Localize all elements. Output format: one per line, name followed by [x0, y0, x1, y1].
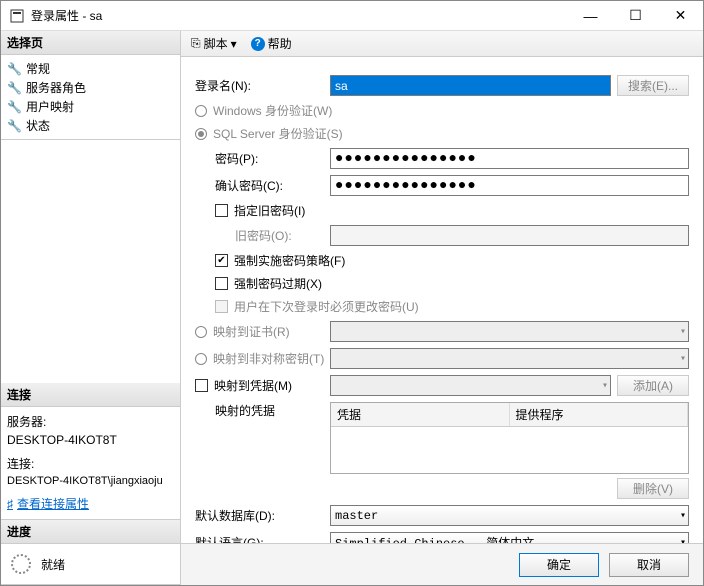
default-db-combo[interactable]: master▾ — [330, 505, 689, 526]
credential-combo: ▾ — [330, 375, 611, 396]
default-lang-combo[interactable]: Simplified Chinese - 简体中文▾ — [330, 532, 689, 543]
checkbox-icon — [195, 379, 208, 392]
view-connection-properties-link[interactable]: ♯ 查看连接属性 — [7, 495, 174, 513]
sql-auth-radio: SQL Server 身份验证(S) — [195, 125, 343, 142]
ok-button[interactable]: 确定 — [519, 553, 599, 577]
checkbox-icon — [215, 254, 228, 267]
password-label: 密码(P): — [195, 150, 330, 167]
wrench-icon: 🔧 — [7, 81, 22, 95]
map-to-credential-checkbox[interactable]: 映射到凭据(M) — [195, 377, 330, 394]
map-to-asym-key-radio: 映射到非对称密钥(T) — [195, 350, 330, 367]
sidebar-item-general[interactable]: 🔧常规 — [7, 59, 174, 78]
mapped-credentials-label: 映射的凭据 — [195, 402, 330, 419]
script-icon: ⎘ — [191, 36, 201, 51]
help-button[interactable]: ? 帮助 — [247, 33, 296, 54]
close-button[interactable]: ✕ — [658, 1, 703, 30]
wrench-icon: 🔧 — [7, 100, 22, 114]
add-credential-button: 添加(A) — [617, 375, 689, 396]
default-lang-label: 默认语言(G): — [195, 534, 330, 543]
main-panel: ⎘ 脚本 ▾ ? 帮助 登录名(N): 搜索(E)... — [181, 31, 703, 585]
window-title: 登录属性 - sa — [31, 7, 568, 24]
radio-icon — [195, 326, 207, 338]
app-icon — [9, 8, 25, 24]
minimize-button[interactable]: — — [568, 1, 613, 30]
sidebar: 选择页 🔧常规 🔧服务器角色 🔧用户映射 🔧状态 连接 服务器: DESKTOP… — [1, 31, 181, 585]
select-page-header: 选择页 — [1, 31, 180, 55]
server-label: 服务器: — [7, 413, 174, 431]
connection-label: 连接: — [7, 455, 174, 473]
chevron-down-icon: ▾ — [680, 353, 686, 365]
sidebar-item-server-roles[interactable]: 🔧服务器角色 — [7, 78, 174, 97]
progress-spinner-icon — [11, 554, 31, 574]
wrench-icon: 🔧 — [7, 119, 22, 133]
chevron-down-icon: ▾ — [680, 326, 686, 338]
asym-key-combo: ▾ — [330, 348, 689, 369]
search-button: 搜索(E)... — [617, 75, 689, 96]
old-password-label: 旧密码(O): — [195, 227, 330, 244]
must-change-password-checkbox: 用户在下次登录时必须更改密码(U) — [215, 298, 419, 315]
progress-status: 就绪 — [41, 556, 65, 573]
enforce-expiration-checkbox[interactable]: 强制密码过期(X) — [215, 275, 322, 292]
chevron-down-icon: ▾ — [231, 37, 237, 51]
enforce-policy-checkbox[interactable]: 强制实施密码策略(F) — [215, 252, 345, 269]
toolbar: ⎘ 脚本 ▾ ? 帮助 — [181, 31, 703, 57]
mapped-credentials-grid[interactable]: 凭据 提供程序 — [330, 402, 689, 474]
connection-header: 连接 — [1, 383, 180, 407]
login-properties-window: 登录属性 - sa — ☐ ✕ 选择页 🔧常规 🔧服务器角色 🔧用户映射 🔧状态… — [0, 0, 704, 586]
radio-icon — [195, 105, 207, 117]
sidebar-item-status[interactable]: 🔧状态 — [7, 116, 174, 135]
cert-combo: ▾ — [330, 321, 689, 342]
wrench-icon: 🔧 — [7, 62, 22, 76]
script-button[interactable]: ⎘ 脚本 ▾ — [187, 33, 241, 54]
login-name-input[interactable] — [330, 75, 611, 96]
cancel-button[interactable]: 取消 — [609, 553, 689, 577]
specify-old-password-checkbox[interactable]: 指定旧密码(I) — [215, 202, 305, 219]
radio-icon — [195, 128, 207, 140]
progress-header: 进度 — [1, 520, 180, 544]
maximize-button[interactable]: ☐ — [613, 1, 658, 30]
connection-value: DESKTOP-4IKOT8T\jiangxiaoju — [7, 473, 174, 490]
radio-icon — [195, 353, 207, 365]
checkbox-icon — [215, 204, 228, 217]
windows-auth-radio: Windows 身份验证(W) — [195, 102, 332, 119]
chevron-down-icon: ▾ — [602, 380, 608, 392]
grid-col-provider[interactable]: 提供程序 — [510, 403, 689, 426]
checkbox-icon — [215, 300, 228, 313]
login-name-label: 登录名(N): — [195, 77, 330, 94]
password-input[interactable]: ●●●●●●●●●●●●●●● — [330, 148, 689, 169]
checkbox-icon — [215, 277, 228, 290]
server-value: DESKTOP-4IKOT8T — [7, 431, 174, 449]
old-password-input — [330, 225, 689, 246]
help-icon: ? — [251, 37, 265, 51]
titlebar[interactable]: 登录属性 - sa — ☐ ✕ — [1, 1, 703, 31]
confirm-password-input[interactable]: ●●●●●●●●●●●●●●● — [330, 175, 689, 196]
confirm-password-label: 确认密码(C): — [195, 177, 330, 194]
sidebar-item-user-mapping[interactable]: 🔧用户映射 — [7, 97, 174, 116]
delete-credential-button: 删除(V) — [617, 478, 689, 499]
map-to-cert-radio: 映射到证书(R) — [195, 323, 330, 340]
default-db-label: 默认数据库(D): — [195, 507, 330, 524]
chevron-down-icon: ▾ — [680, 510, 686, 522]
grid-col-credential[interactable]: 凭据 — [331, 403, 510, 426]
link-icon: ♯ — [7, 495, 13, 513]
footer: 确定 取消 — [181, 543, 703, 585]
